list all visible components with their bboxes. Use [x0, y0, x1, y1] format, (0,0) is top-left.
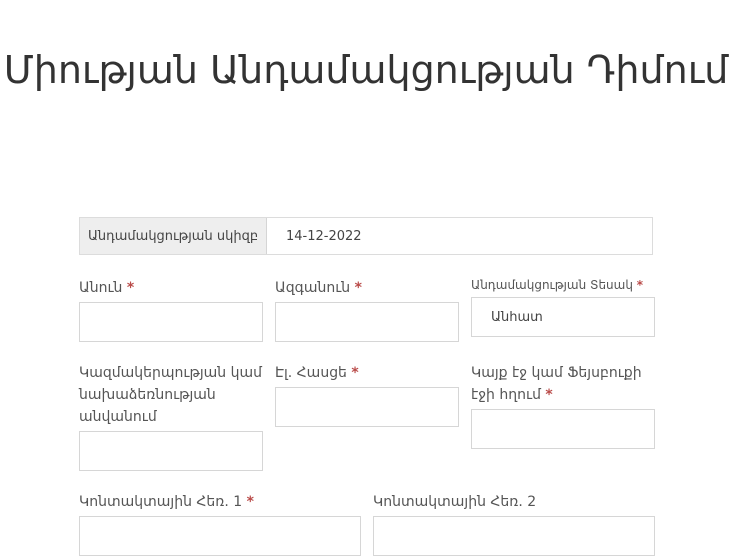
- membership-type-label: Անդամակցության Տեսակ *: [471, 278, 644, 292]
- required-marker: *: [545, 387, 553, 403]
- membership-date-field[interactable]: 14-12-2022: [267, 218, 362, 254]
- phone2-label: Կոնտակտային Հեռ. 2: [373, 494, 537, 510]
- organization-label: Կազմակերպության կամ նախաձեռնության անվան…: [79, 365, 262, 425]
- website-label: Կայք էջ կամ Ֆեյսբուքի էջի հղում *: [471, 365, 642, 403]
- required-marker: *: [354, 280, 362, 296]
- email-label: Էլ. Հասցե *: [275, 365, 359, 381]
- phone2-input[interactable]: [373, 516, 655, 556]
- page-title: Միության Անդամակցության Դիմում: [3, 48, 729, 92]
- required-marker: *: [351, 365, 359, 381]
- required-marker: *: [126, 280, 135, 296]
- email-input[interactable]: [275, 387, 459, 427]
- first-name-label: Անուն *: [79, 280, 135, 296]
- membership-type-select[interactable]: Անհատ: [471, 297, 655, 337]
- first-name-input[interactable]: [79, 302, 263, 342]
- phone1-label: Կոնտակտային Հեռ. 1 *: [79, 494, 254, 510]
- last-name-input[interactable]: [275, 302, 459, 342]
- last-name-label: Ազգանուն *: [275, 280, 362, 296]
- required-marker: *: [246, 494, 254, 510]
- website-input[interactable]: [471, 409, 655, 449]
- membership-type-value: Անհատ: [491, 309, 543, 325]
- membership-date-label: Անդամակցության սկիզբ: [80, 218, 267, 254]
- phone1-input[interactable]: [79, 516, 361, 556]
- membership-date-group: Անդամակցության սկիզբ 14-12-2022: [79, 217, 653, 255]
- organization-input[interactable]: [79, 431, 263, 471]
- required-marker: *: [636, 278, 644, 292]
